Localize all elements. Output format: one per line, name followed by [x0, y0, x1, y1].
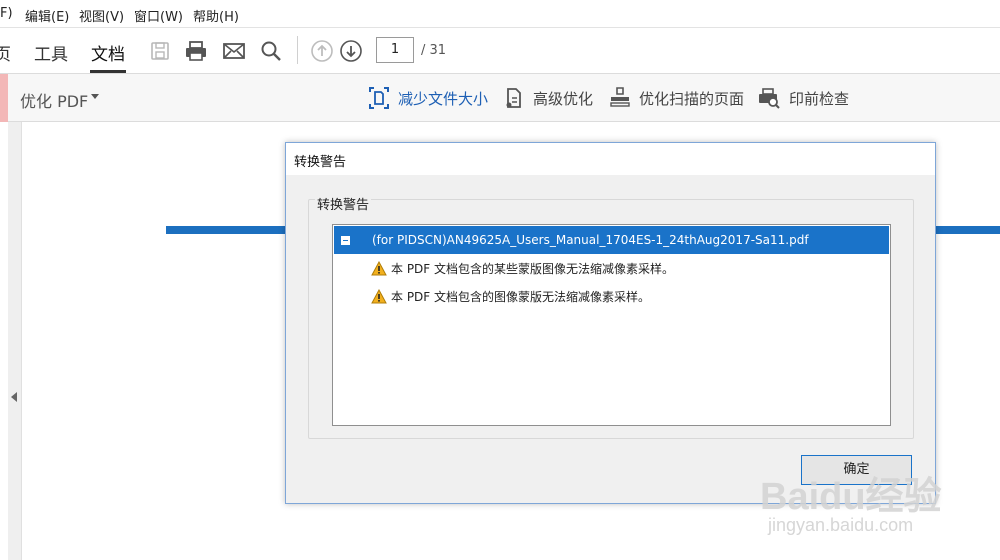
file-name: (for PIDSCN)AN49625A_Users_Manual_1704ES…: [372, 233, 809, 247]
page-header-bar: [166, 226, 286, 234]
warning-icon: [371, 288, 387, 303]
warning-text: 本 PDF 文档包含的某些蒙版图像无法缩减像素采样。: [391, 261, 675, 276]
save-icon[interactable]: [147, 38, 173, 64]
warning-text: 本 PDF 文档包含的图像蒙版无法缩减像素采样。: [391, 289, 651, 304]
menu-file[interactable]: F): [0, 6, 13, 21]
group-label: 转换警告: [315, 194, 372, 213]
warning-list[interactable]: (for PIDSCN)AN49625A_Users_Manual_1704ES…: [332, 224, 891, 426]
warning-icon: [371, 260, 387, 275]
list-item[interactable]: 本 PDF 文档包含的图像蒙版无法缩减像素采样。: [371, 285, 650, 307]
page-header-bar: [936, 226, 1000, 234]
menu-bar: F) 编辑(E) 视图(V) 窗口(W) 帮助(H): [0, 0, 1000, 28]
left-panel-toggle[interactable]: [8, 122, 22, 560]
watermark-url: jingyan.baidu.com: [768, 515, 914, 535]
preflight-icon: [759, 88, 780, 109]
page-up-icon[interactable]: [309, 38, 335, 64]
menu-window[interactable]: 窗口(W): [134, 6, 183, 25]
optimize-scanned-pages-label: 优化扫描的页面: [639, 89, 745, 108]
advanced-optimize-label: 高级优化: [533, 89, 594, 108]
page-down-icon[interactable]: [338, 38, 364, 64]
reduce-file-size-button[interactable]: 减少文件大小: [368, 84, 488, 112]
chevron-left-icon[interactable]: [11, 392, 17, 402]
optimize-pdf-menu[interactable]: 优化 PDF: [20, 88, 88, 112]
preflight-button[interactable]: 印前检查: [757, 84, 849, 112]
reduce-file-size-label: 减少文件大小: [398, 89, 489, 108]
list-item[interactable]: 本 PDF 文档包含的某些蒙版图像无法缩减像素采样。: [371, 257, 674, 279]
conversion-warning-dialog: 转换警告 转换警告 (for PIDSCN)AN49625A_Users_Man…: [285, 142, 936, 504]
optimize-toolbar: 优化 PDF 减少文件大小 高级优化 优化扫描的页面 印前检查: [0, 74, 1000, 122]
reduce-size-icon: [369, 87, 389, 109]
page-number-input[interactable]: 1: [376, 37, 414, 63]
active-tab-indicator: [90, 70, 126, 73]
main-toolbar: 页 工具 文档: [0, 28, 1000, 74]
toolbar-accent: [0, 74, 8, 122]
collapse-icon[interactable]: [341, 236, 350, 245]
page-total: / 31: [421, 43, 447, 58]
optimize-scanned-pages-button[interactable]: 优化扫描的页面: [609, 84, 744, 112]
menu-help[interactable]: 帮助(H): [193, 6, 239, 25]
scanner-icon: [610, 87, 630, 107]
preflight-label: 印前检查: [789, 89, 850, 108]
menu-edit[interactable]: 编辑(E): [25, 6, 69, 25]
baidu-watermark: Baidu经验 jingyan.baidu.com: [760, 465, 960, 545]
list-item-file[interactable]: (for PIDSCN)AN49625A_Users_Manual_1704ES…: [334, 226, 889, 254]
dialog-title: 转换警告: [294, 155, 347, 170]
email-icon[interactable]: [221, 38, 247, 64]
dialog-titlebar[interactable]: 转换警告: [286, 143, 935, 175]
chevron-down-icon[interactable]: [91, 94, 99, 99]
watermark-brand: Baidu经验: [760, 476, 942, 518]
advanced-optimize-button[interactable]: 高级优化: [503, 84, 593, 112]
tab-home[interactable]: 页: [0, 40, 11, 65]
tab-document[interactable]: 文档: [91, 40, 125, 65]
search-icon[interactable]: [258, 38, 284, 64]
advanced-optimize-icon: [506, 88, 521, 108]
tab-tools[interactable]: 工具: [34, 40, 68, 65]
menu-view[interactable]: 视图(V): [79, 6, 124, 25]
toolbar-separator: [297, 36, 298, 64]
print-icon[interactable]: [183, 38, 209, 64]
